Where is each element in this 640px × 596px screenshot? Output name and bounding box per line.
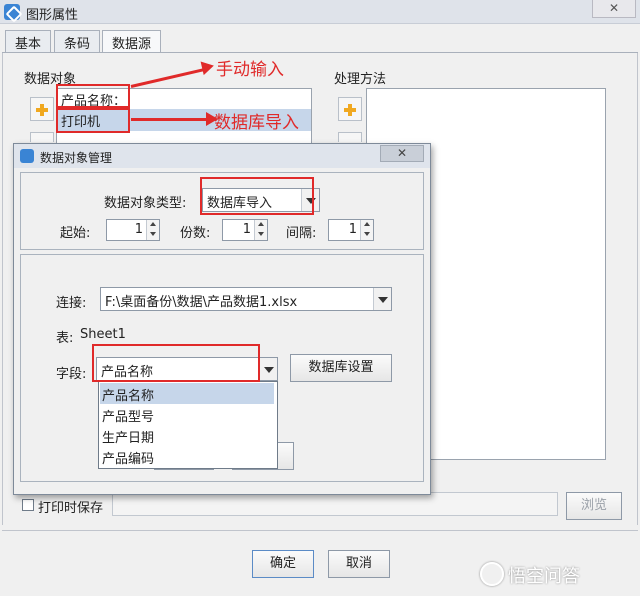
highlight-manual-input <box>56 84 130 108</box>
annotation-db-import: 数据库导入 <box>214 113 299 133</box>
watermark-text: 悟空问答 <box>508 566 580 587</box>
app-icon <box>4 4 20 20</box>
spinner-arrows-icon[interactable] <box>146 220 159 240</box>
data-object-manager-dialog: 数据对象管理 ✕ 数据对象类型: 数据库导入 起始: 1 份数: 1 间隔: 1… <box>13 143 431 495</box>
dialog-title: 数据对象管理 <box>40 151 113 165</box>
edit-data-object-button[interactable] <box>30 132 54 142</box>
tab-barcode[interactable]: 条码 <box>54 30 101 52</box>
dialog-titlebar: 数据对象管理 ✕ <box>14 144 430 168</box>
dropdown-option[interactable]: 生产日期 <box>100 425 274 446</box>
type-label: 数据对象类型: <box>104 196 187 211</box>
print-save-label: 打印时保存 <box>38 501 104 516</box>
chevron-down-icon[interactable] <box>373 288 391 310</box>
copies-label: 份数: <box>180 226 211 241</box>
connection-select[interactable]: F:\桌面备份\数据\产品数据1.xlsx <box>100 287 392 311</box>
tab-basic[interactable]: 基本 <box>5 30 52 52</box>
dropdown-option[interactable]: 产品编码 <box>100 446 274 467</box>
start-label: 起始: <box>60 226 91 241</box>
copies-value: 1 <box>242 222 251 237</box>
interval-label: 间隔: <box>286 226 317 241</box>
spinner-arrows-icon[interactable] <box>254 220 267 240</box>
tab-datasource[interactable]: 数据源 <box>102 30 162 53</box>
annotation-manual-input: 手动输入 <box>216 60 284 80</box>
highlight-type-select <box>200 177 314 215</box>
edit-processing-button[interactable] <box>338 132 362 142</box>
field-label: 字段: <box>56 367 87 382</box>
ok-button[interactable]: 确定 <box>252 550 314 578</box>
dropdown-option[interactable]: 产品型号 <box>100 404 274 425</box>
connection-label: 连接: <box>56 296 87 311</box>
chevron-down-icon[interactable] <box>259 358 277 380</box>
footer-divider <box>2 530 638 531</box>
dialog-app-icon <box>20 149 34 163</box>
print-save-path-field[interactable] <box>112 492 558 516</box>
interval-value: 1 <box>348 222 357 237</box>
spinner-arrows-icon[interactable] <box>360 220 373 240</box>
interval-spinner[interactable]: 1 <box>328 219 374 241</box>
add-processing-button[interactable] <box>338 97 362 121</box>
db-settings-button[interactable]: 数据库设置 <box>290 354 392 382</box>
field-dropdown-list[interactable]: 产品名称 产品型号 生产日期 产品编码 <box>98 381 278 469</box>
window-titlebar: 图形属性 ✕ <box>0 0 640 24</box>
processing-label: 处理方法 <box>334 72 387 87</box>
print-save-checkbox[interactable] <box>22 499 34 511</box>
start-spinner[interactable]: 1 <box>106 219 160 241</box>
cancel-button[interactable]: 取消 <box>328 550 390 578</box>
table-label: 表: <box>56 331 74 346</box>
highlight-db-import <box>56 108 130 133</box>
copies-spinner[interactable]: 1 <box>222 219 268 241</box>
window-close-button[interactable]: ✕ <box>592 0 636 18</box>
connection-value: F:\桌面备份\数据\产品数据1.xlsx <box>105 295 298 310</box>
dialog-close-button[interactable]: ✕ <box>380 145 424 162</box>
watermark-logo-icon <box>480 562 504 586</box>
table-value: Sheet1 <box>80 327 126 342</box>
browse-button[interactable]: 浏览 <box>566 492 622 520</box>
add-data-object-button[interactable] <box>30 97 54 121</box>
window-title: 图形属性 <box>26 8 79 23</box>
dropdown-option[interactable]: 产品名称 <box>100 383 274 404</box>
arrow-line <box>131 118 209 121</box>
highlight-field-select <box>92 344 260 382</box>
start-value: 1 <box>134 222 143 237</box>
